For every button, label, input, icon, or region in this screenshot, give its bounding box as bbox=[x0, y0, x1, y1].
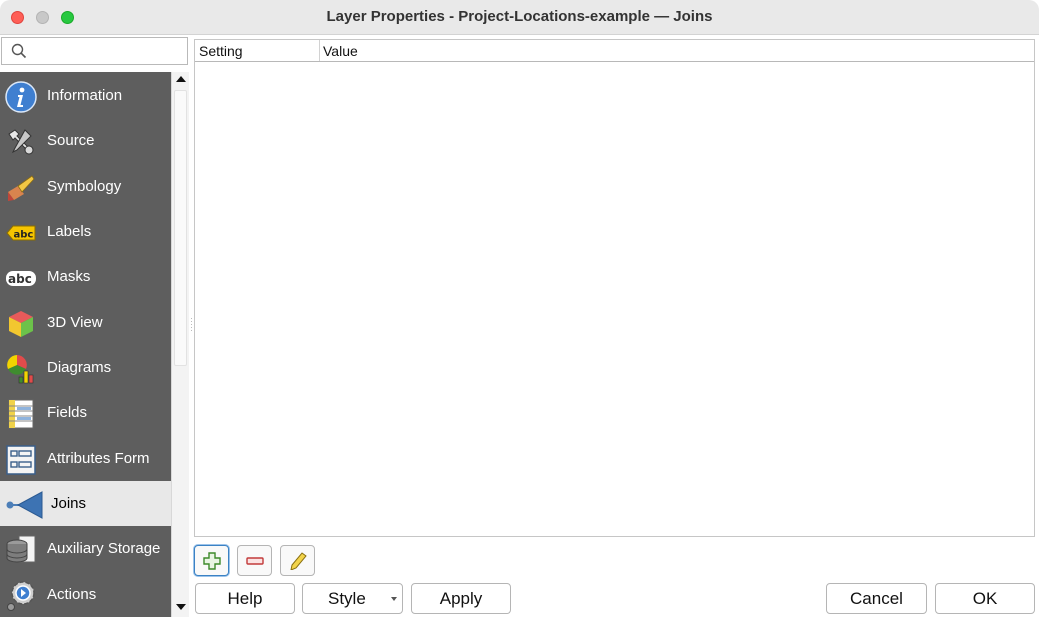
labels-icon: abc bbox=[6, 225, 36, 241]
sidebar-item-source[interactable]: Source bbox=[0, 118, 171, 163]
sidebar-item-diagrams[interactable]: Diagrams bbox=[0, 345, 171, 390]
panel-splitter-handle[interactable] bbox=[190, 316, 193, 338]
sidebar-item-label: Auxiliary Storage bbox=[47, 540, 161, 557]
sidebar-item-label: 3D View bbox=[47, 314, 103, 331]
auxiliary-storage-icon bbox=[6, 535, 36, 563]
sidebar-item-fields[interactable]: Fields bbox=[0, 390, 171, 435]
diagrams-icon bbox=[7, 355, 34, 384]
svg-text:abc: abc bbox=[14, 230, 34, 241]
sidebar-item-label: Joins bbox=[51, 495, 87, 512]
column-header-setting[interactable]: Setting bbox=[199, 43, 243, 59]
svg-text:abc: abc bbox=[8, 272, 32, 286]
sidebar-item-actions[interactable]: Actions bbox=[0, 572, 171, 617]
sidebar-item-symbology[interactable]: Symbology bbox=[0, 164, 171, 209]
add-join-icon bbox=[203, 552, 221, 570]
style-button-label: Style bbox=[328, 589, 366, 608]
sidebar-item-attributes-form[interactable]: Attributes Form bbox=[0, 436, 171, 481]
column-header-value[interactable]: Value bbox=[323, 43, 358, 59]
information-icon bbox=[5, 81, 37, 113]
sidebar-item-label: Masks bbox=[47, 268, 91, 285]
add-join-button[interactable] bbox=[194, 545, 229, 576]
sidebar-item-joins[interactable]: Joins bbox=[0, 481, 171, 526]
edit-join-icon bbox=[290, 552, 307, 570]
search-icon bbox=[11, 43, 27, 59]
sidebar-item-label: Actions bbox=[47, 586, 97, 603]
source-icon bbox=[8, 129, 34, 155]
sidebar: Information Source Symbology abc Labels … bbox=[0, 72, 171, 617]
sidebar-item-labels[interactable]: abc Labels bbox=[0, 209, 171, 254]
style-dropdown-button[interactable]: Style bbox=[302, 583, 403, 614]
chevron-down-icon bbox=[391, 597, 397, 601]
scrollbar-thumb[interactable] bbox=[174, 90, 187, 366]
cancel-button[interactable]: Cancel bbox=[826, 583, 927, 614]
attributes-form-icon bbox=[6, 445, 36, 475]
sidebar-item-label: Labels bbox=[47, 223, 92, 240]
sidebar-item-label: Fields bbox=[47, 404, 88, 421]
scroll-down-icon[interactable] bbox=[176, 604, 186, 610]
joins-table[interactable]: Setting Value bbox=[194, 39, 1035, 537]
actions-icon bbox=[7, 581, 35, 611]
masks-icon: abc bbox=[6, 271, 36, 286]
sidebar-item-information[interactable]: Information bbox=[0, 73, 171, 118]
window-title: Layer Properties - Project-Locations-exa… bbox=[326, 8, 713, 25]
symbology-icon bbox=[8, 175, 35, 201]
joins-icon bbox=[6, 491, 43, 519]
table-header: Setting Value bbox=[195, 40, 1034, 62]
sidebar-scrollbar[interactable] bbox=[171, 72, 189, 617]
sidebar-item-3d-view[interactable]: 3D View bbox=[0, 300, 171, 345]
sidebar-item-auxiliary-storage[interactable]: Auxiliary Storage bbox=[0, 526, 171, 571]
sidebar-item-label: Diagrams bbox=[47, 359, 112, 376]
sidebar-item-masks[interactable]: abc Masks bbox=[0, 254, 171, 299]
search-input[interactable] bbox=[1, 37, 188, 65]
scroll-up-icon[interactable] bbox=[176, 76, 186, 82]
sidebar-item-label: Attributes Form bbox=[47, 450, 150, 467]
title-bar: Layer Properties - Project-Locations-exa… bbox=[0, 0, 1039, 35]
apply-button[interactable]: Apply bbox=[411, 583, 511, 614]
help-button[interactable]: Help bbox=[195, 583, 295, 614]
sidebar-item-label: Symbology bbox=[47, 178, 122, 195]
sidebar-item-label: Information bbox=[47, 87, 123, 104]
edit-join-button[interactable] bbox=[280, 545, 315, 576]
remove-join-icon bbox=[246, 557, 264, 565]
ok-button[interactable]: OK bbox=[935, 583, 1035, 614]
column-divider bbox=[319, 40, 320, 61]
remove-join-button[interactable] bbox=[237, 545, 272, 576]
3d-view-icon bbox=[9, 311, 33, 337]
fields-icon bbox=[8, 399, 34, 429]
sidebar-item-label: Source bbox=[47, 132, 95, 149]
